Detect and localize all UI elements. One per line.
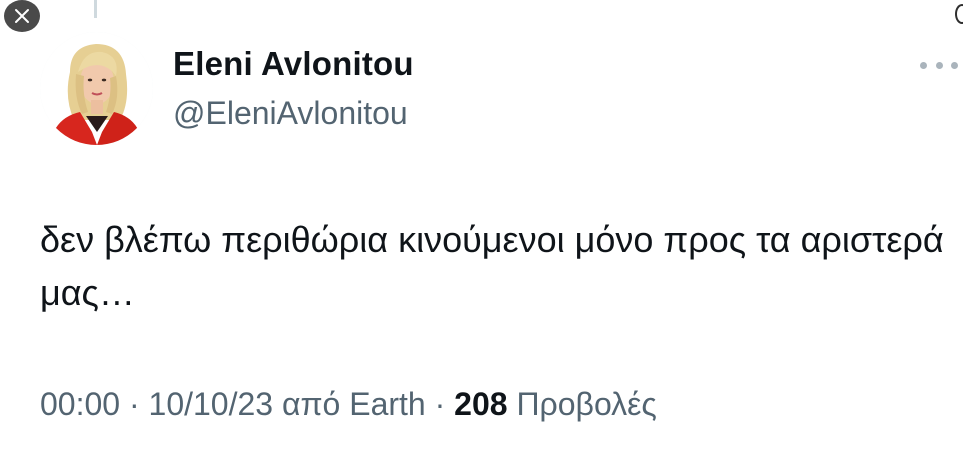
more-icon-dot: [935, 61, 943, 69]
views-count: 208: [454, 386, 508, 422]
close-icon: [15, 9, 29, 23]
profile-photo: [40, 32, 153, 145]
tweet-time[interactable]: 00:00: [40, 386, 120, 422]
user-handle[interactable]: @EleniAvlonitou: [173, 93, 408, 133]
more-options-button[interactable]: [920, 55, 958, 75]
tweet-date[interactable]: 10/10/23: [149, 386, 274, 422]
tweet-meta: 00:00 · 10/10/23 από Earth · 208 Προβολέ…: [40, 384, 657, 424]
tweet-text: δεν βλέπω περιθώρια κινούμενοι μόνο προς…: [40, 219, 944, 313]
meta-separator-2: ·: [425, 386, 455, 422]
thread-line: [94, 0, 97, 18]
more-icon-dot: [951, 61, 958, 69]
more-icon: [920, 61, 927, 69]
tweet-source: από Earth: [273, 386, 426, 422]
edge-partial-icon: [955, 4, 963, 24]
meta-separator: ·: [120, 386, 149, 422]
views-label: Προβολές: [507, 386, 657, 422]
display-name[interactable]: Eleni Avlonitou: [173, 44, 414, 84]
close-button[interactable]: [4, 0, 40, 32]
avatar[interactable]: [40, 32, 153, 145]
